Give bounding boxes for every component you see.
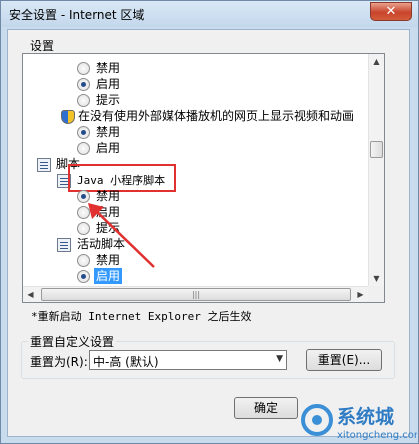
tree-option-label: 启用 xyxy=(96,141,121,155)
radio-button[interactable] xyxy=(77,62,90,75)
annotation-arrow-icon xyxy=(88,203,155,268)
tree-option-label: 禁用 xyxy=(96,61,121,75)
svg-text:xitongcheng.com: xitongcheng.com xyxy=(337,430,417,441)
scroll-down-arrow-icon[interactable]: ▼ xyxy=(369,271,384,287)
ok-button[interactable]: 确定 xyxy=(234,397,298,419)
reset-to-label: 重置为(R): xyxy=(30,355,88,369)
svg-text:系统城: 系统城 xyxy=(337,405,394,428)
title-bar[interactable]: 安全设置 - Internet 区域 ✕ xyxy=(1,1,418,27)
scroll-left-arrow-icon[interactable]: ◀ xyxy=(23,287,38,303)
radio-button[interactable] xyxy=(77,94,90,107)
tree-option-label: 启用 xyxy=(96,77,121,91)
horizontal-scroll-thumb[interactable]: ||| xyxy=(41,288,351,301)
horizontal-scrollbar[interactable]: ◀ ||| ▶ xyxy=(23,286,369,302)
combo-value: 中-高 (默认) xyxy=(93,355,159,369)
tree-option-label: 禁用 xyxy=(96,125,121,139)
settings-group-label: 设置 xyxy=(30,39,55,53)
close-button[interactable]: ✕ xyxy=(370,2,412,21)
vertical-scrollbar[interactable]: ▲ ▼ xyxy=(368,54,384,287)
scroll-right-arrow-icon[interactable]: ▶ xyxy=(353,287,368,303)
security-shield-icon xyxy=(61,110,75,124)
tree-setting-header: Java 小程序脚本 xyxy=(77,174,166,187)
script-icon xyxy=(57,238,71,252)
radio-button[interactable] xyxy=(77,126,90,139)
window-title: 安全设置 - Internet 区域 xyxy=(9,8,145,22)
tree-setting-header: 在没有使用外部媒体播放机的网页上显示视频和动画 xyxy=(78,109,355,123)
watermark-emblem-icon: 系统城 xitongcheng.com xyxy=(301,404,417,441)
reset-group-label: 重置自定义设置 xyxy=(28,333,117,350)
scroll-up-arrow-icon[interactable]: ▲ xyxy=(369,54,384,70)
scroll-corner xyxy=(368,286,384,302)
tree-option-label: 提示 xyxy=(96,93,121,107)
reset-button[interactable]: 重置(E)... xyxy=(306,349,382,371)
script-icon xyxy=(37,158,51,172)
watermark-logo: 系统城 xitongcheng.com xyxy=(297,400,417,442)
chevron-down-icon[interactable]: ▼ xyxy=(276,354,283,364)
reset-level-combo[interactable]: 中-高 (默认) ▼ xyxy=(89,350,287,370)
scroll-thumb[interactable] xyxy=(370,141,383,158)
restart-note: *重新启动 Internet Explorer 之后生效 xyxy=(31,310,252,323)
radio-button[interactable] xyxy=(77,78,90,91)
radio-button[interactable] xyxy=(77,142,90,155)
